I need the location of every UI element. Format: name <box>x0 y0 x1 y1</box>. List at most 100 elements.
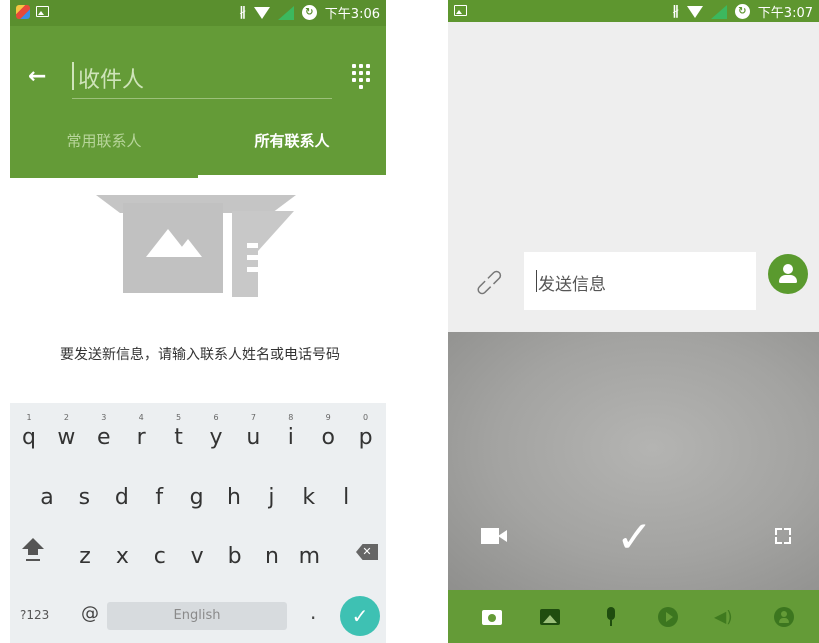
bluetooth-icon: ∦ <box>672 4 679 19</box>
person-icon[interactable] <box>768 254 808 294</box>
key-label: g <box>189 485 204 510</box>
person-icon[interactable] <box>774 607 794 627</box>
play-icon[interactable] <box>658 607 678 627</box>
key[interactable]: 0p <box>348 413 384 450</box>
key-label: x <box>115 544 129 569</box>
key[interactable]: c <box>142 544 178 569</box>
recipient-input[interactable]: 收件人 <box>72 56 332 99</box>
tab-frequent-contacts[interactable]: 常用联系人 <box>10 114 198 178</box>
check-icon[interactable]: ✓ <box>340 596 380 636</box>
period-key[interactable]: . <box>310 600 316 624</box>
key[interactable]: l <box>328 485 364 510</box>
key-label: o <box>321 425 335 450</box>
key-label: k <box>302 485 316 510</box>
key[interactable]: h <box>216 485 252 510</box>
text-cursor <box>72 62 74 90</box>
key-label: e <box>97 425 111 450</box>
key[interactable]: b <box>217 544 253 569</box>
dialpad-icon[interactable] <box>352 64 370 89</box>
key[interactable]: s <box>66 485 102 510</box>
key-label: t <box>174 425 183 450</box>
right-phone-screen: ∦ ↻ 下午3:07 ⊂⊃ 发送信息 ✓ ◀) <box>448 0 819 643</box>
wifi-icon <box>253 6 270 19</box>
battery-icon: ↻ <box>301 5 317 20</box>
empty-state-illustration <box>96 195 296 300</box>
key[interactable]: 5t <box>161 413 197 450</box>
video-camera-icon[interactable] <box>481 527 509 545</box>
key-label: r <box>136 425 146 450</box>
key-label: s <box>78 485 91 510</box>
wifi-icon <box>686 5 703 18</box>
key-label: q <box>22 425 36 450</box>
key-number-hint: 1 <box>26 413 32 422</box>
image-notification-icon <box>454 5 467 16</box>
key-label: c <box>153 544 166 569</box>
key-number-hint: 0 <box>363 413 369 422</box>
backspace-icon[interactable]: ✕ <box>356 544 378 560</box>
status-bar: ∦ ↻ 下午3:07 <box>448 0 819 22</box>
key-number-hint: 3 <box>101 413 107 422</box>
key-label: j <box>268 485 275 510</box>
key-label: p <box>358 425 373 450</box>
tab-all-contacts[interactable]: 所有联系人 <box>198 114 386 178</box>
fullscreen-icon[interactable] <box>775 528 791 544</box>
key-label: m <box>298 544 321 569</box>
tab-indicator <box>198 175 386 178</box>
key[interactable]: 1q <box>11 413 47 450</box>
at-key[interactable]: @ <box>81 603 99 624</box>
key-label: i <box>287 425 294 450</box>
key-label: z <box>79 544 91 569</box>
key[interactable]: a <box>29 485 65 510</box>
key-number-hint: 4 <box>138 413 144 422</box>
media-bar: ◀) <box>448 590 819 643</box>
soft-keyboard: 1q2w3e4r5t6y7u8i9o0p asdfghjkl zxcvbnm ✕… <box>10 403 386 643</box>
key[interactable]: j <box>253 485 289 510</box>
camera-preview[interactable]: ✓ <box>448 332 819 590</box>
space-bar[interactable]: English <box>107 602 287 630</box>
key[interactable]: m <box>291 544 327 569</box>
key[interactable]: 9o <box>310 413 346 450</box>
signal-icon <box>277 5 294 20</box>
key[interactable]: v <box>179 544 215 569</box>
recipient-placeholder: 收件人 <box>78 68 145 93</box>
key[interactable]: 2w <box>48 413 84 450</box>
app-bar: ← 收件人 常用联系人 所有联系人 <box>10 26 386 178</box>
key-label: n <box>265 544 279 569</box>
message-input[interactable]: 发送信息 <box>524 252 756 310</box>
arrow-left-icon[interactable]: ← <box>28 64 46 89</box>
signal-icon <box>710 4 727 19</box>
mic-icon[interactable] <box>601 607 621 627</box>
key[interactable]: d <box>104 485 140 510</box>
key[interactable]: g <box>179 485 215 510</box>
volume-icon[interactable]: ◀) <box>714 607 734 627</box>
key[interactable]: 3e <box>86 413 122 450</box>
key[interactable]: x <box>104 544 140 569</box>
camera-icon[interactable] <box>482 607 502 627</box>
battery-icon: ↻ <box>734 4 750 19</box>
checkmark-icon[interactable]: ✓ <box>616 516 653 560</box>
symbols-key[interactable]: ?123 <box>20 608 49 622</box>
status-time: 下午3:07 <box>757 6 813 21</box>
key-label: a <box>40 485 54 510</box>
contact-tabs: 常用联系人 所有联系人 <box>10 114 386 178</box>
status-time: 下午3:06 <box>324 7 380 22</box>
image-icon[interactable] <box>540 607 560 627</box>
key[interactable]: 6y <box>198 413 234 450</box>
status-bar: ∦ ↻ 下午3:06 <box>10 0 386 26</box>
paperclip-icon[interactable]: ⊂⊃ <box>468 262 509 303</box>
key-number-hint: 8 <box>288 413 294 422</box>
key[interactable]: 8i <box>273 413 309 450</box>
key[interactable]: f <box>141 485 177 510</box>
key[interactable]: 7u <box>235 413 271 450</box>
key[interactable]: n <box>254 544 290 569</box>
key-label: f <box>155 485 164 510</box>
key[interactable]: 4r <box>123 413 159 450</box>
key-number-hint: 7 <box>250 413 256 422</box>
key[interactable]: z <box>67 544 103 569</box>
left-phone-screen: ∦ ↻ 下午3:06 ← 收件人 常用联系人 所有联系人 要发送新信息，请输入联… <box>10 0 386 643</box>
key-number-hint: 2 <box>63 413 69 422</box>
key[interactable]: k <box>291 485 327 510</box>
image-notification-icon <box>36 6 49 17</box>
shift-icon[interactable] <box>22 538 44 568</box>
message-placeholder: 发送信息 <box>538 275 606 295</box>
